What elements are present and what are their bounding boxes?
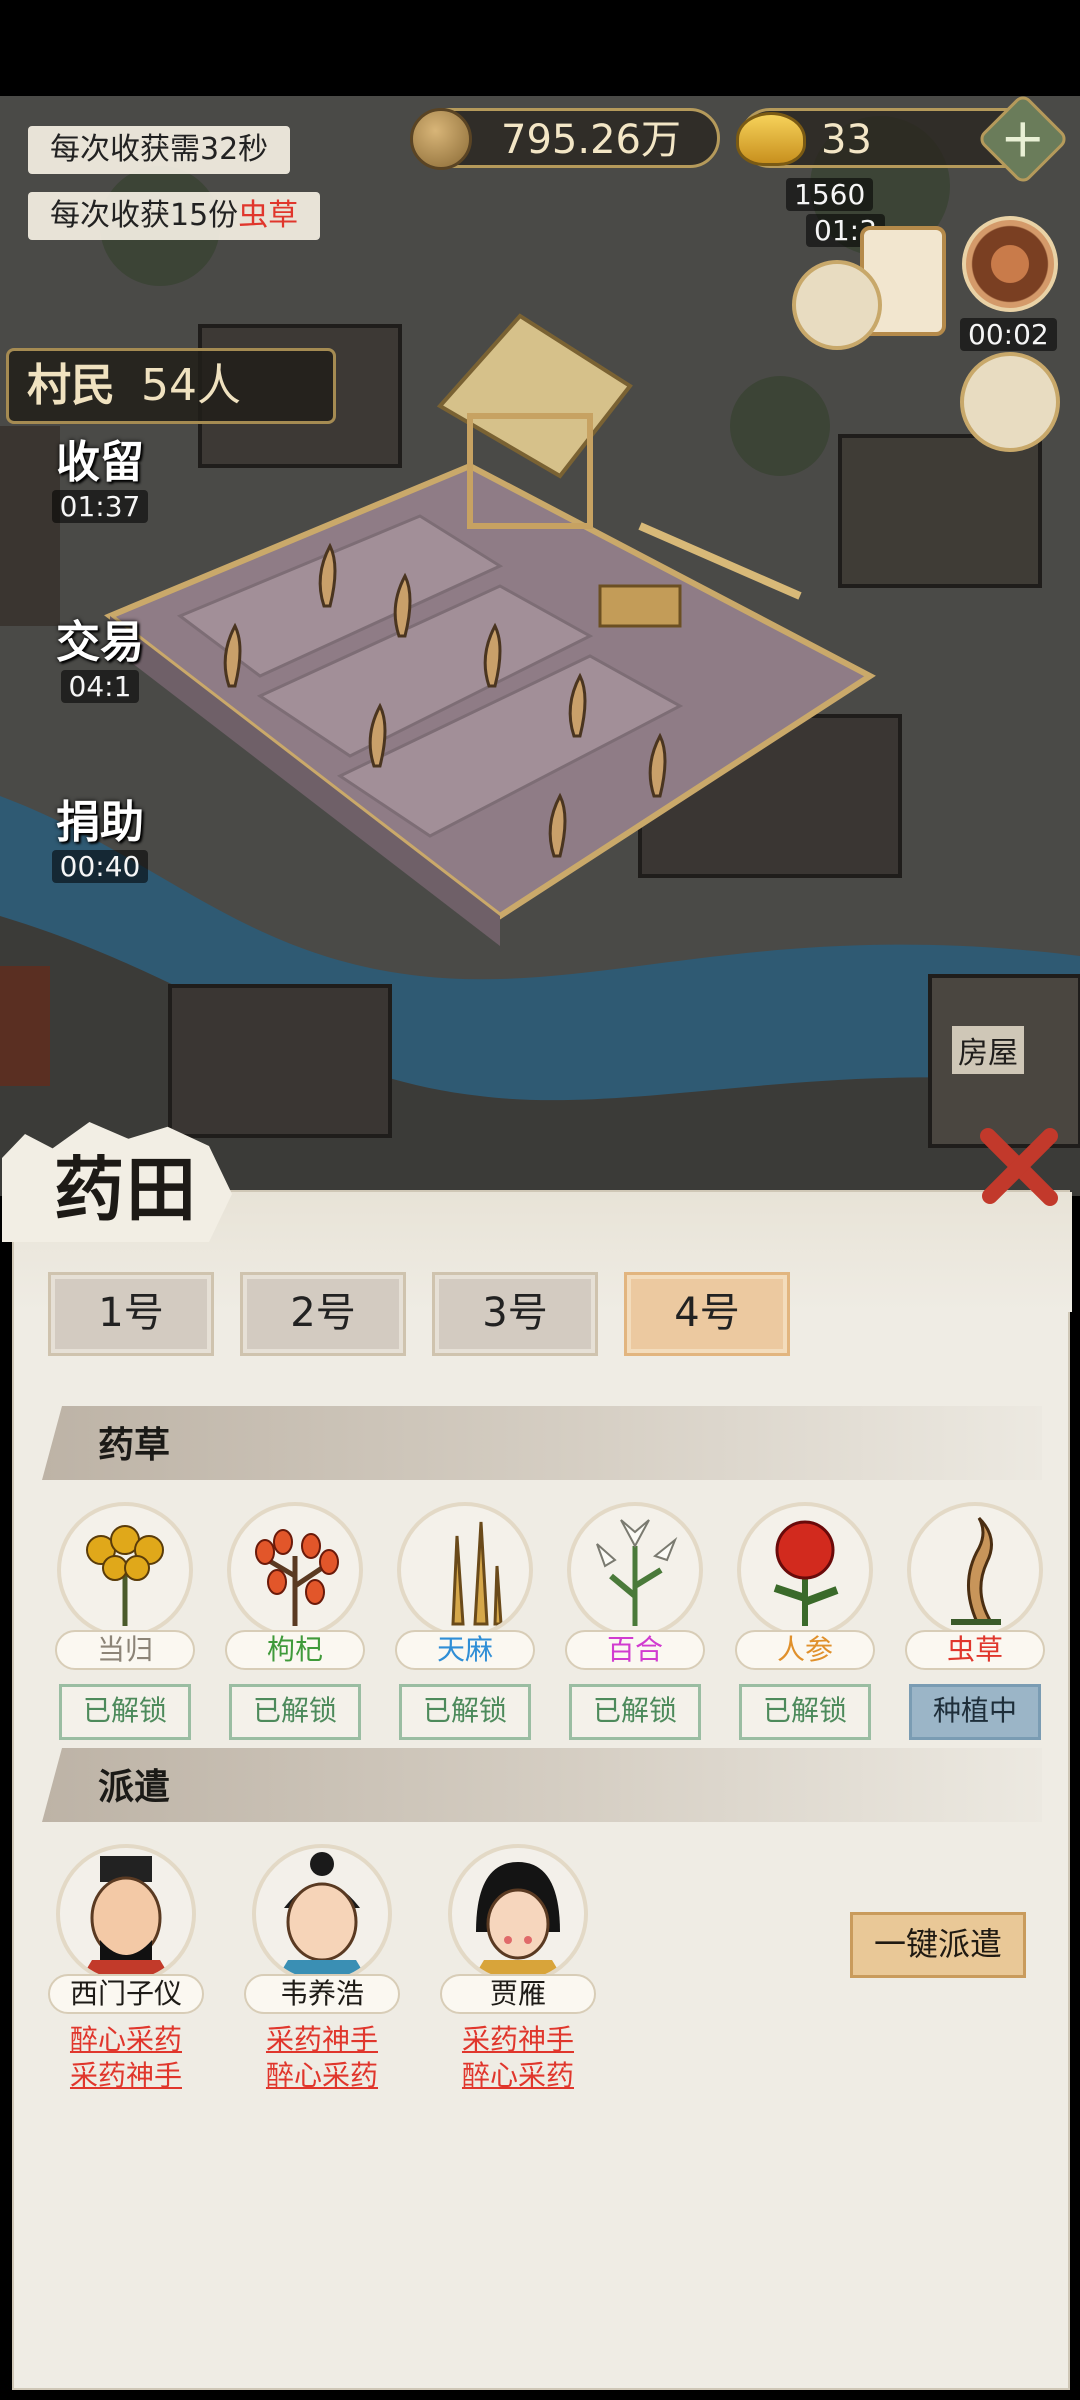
herb-name: 虫草	[905, 1630, 1045, 1670]
worker-skill: 采药神手	[265, 2023, 378, 2056]
worker-name: 韦养浩	[244, 1974, 400, 2014]
close-x-icon	[980, 1128, 1058, 1206]
danggui-icon	[57, 1502, 193, 1638]
lily-icon	[567, 1502, 703, 1638]
worker-skill: 醉心采药	[69, 2023, 182, 2056]
villager-avatar[interactable]	[792, 260, 882, 350]
side-action-donate[interactable]: 捐助 00:40	[20, 786, 180, 883]
worker-jia-yan[interactable]: 贾雁 采药神手 醉心采药	[438, 1844, 598, 2094]
ginseng-icon	[737, 1502, 873, 1638]
herb-state: 已解锁	[59, 1684, 191, 1740]
herb-name: 枸杞	[225, 1630, 365, 1670]
side-action-trade[interactable]: 交易 04:1	[20, 606, 180, 703]
tab-field-3[interactable]: 3号	[432, 1272, 598, 1356]
worker-skill: 醉心采药	[461, 2059, 574, 2092]
worker-name: 西门子仪	[48, 1974, 204, 2014]
herb-name: 当归	[55, 1630, 195, 1670]
harvest-amount-info: 每次收获15份虫草	[28, 192, 321, 240]
herb-tianma[interactable]: 天麻 已解锁	[390, 1502, 540, 1740]
herb-field-panel: 药田 1号 2号 3号 4号 药草 当归 已解锁 枸杞 已解锁 天麻 已解锁 百…	[2, 1122, 1072, 2390]
gold-ingot-icon	[736, 112, 806, 166]
tab-field-4[interactable]: 4号	[624, 1272, 790, 1356]
tianma-icon	[397, 1502, 533, 1638]
harvest-time-info: 每次收获需32秒	[28, 126, 291, 174]
sheep-icon[interactable]	[960, 352, 1060, 452]
worker-skill: 采药神手	[461, 2023, 574, 2056]
panel-title: 药田	[54, 1148, 198, 1231]
side-action-shelter[interactable]: 收留 01:37	[20, 426, 180, 523]
dispatch-section-header: 派遣	[42, 1748, 1042, 1822]
tab-field-2[interactable]: 2号	[240, 1272, 406, 1356]
avatar	[252, 1844, 392, 1984]
worker-skill: 醉心采药	[265, 2059, 378, 2092]
herb-goji[interactable]: 枸杞 已解锁	[220, 1502, 370, 1740]
herb-state: 已解锁	[229, 1684, 361, 1740]
house-label: 房屋	[952, 1026, 1024, 1074]
dispatch-all-button[interactable]: 一键派遣	[850, 1912, 1026, 1978]
herb-state: 已解锁	[739, 1684, 871, 1740]
herb-name: 百合	[565, 1630, 705, 1670]
copper-coin-icon	[410, 108, 472, 170]
herb-cordyceps[interactable]: 虫草 种植中	[900, 1502, 1050, 1740]
tab-field-1[interactable]: 1号	[48, 1272, 214, 1356]
avatar	[56, 1844, 196, 1984]
herb-name: 天麻	[395, 1630, 535, 1670]
herb-name: 人参	[735, 1630, 875, 1670]
herb-state: 已解锁	[399, 1684, 531, 1740]
worker-skill: 采药神手	[69, 2059, 182, 2092]
goji-icon	[227, 1502, 363, 1638]
herb-ginseng[interactable]: 人参 已解锁	[730, 1502, 880, 1740]
plus-icon: +	[1000, 107, 1046, 170]
villager-counter: 村民 54人	[6, 348, 336, 424]
worker-ximen-ziyi[interactable]: 西门子仪 醉心采药 采药神手	[46, 1844, 206, 2094]
cordyceps-icon	[907, 1502, 1043, 1638]
herb-state: 种植中	[909, 1684, 1041, 1740]
game-scene[interactable]: 每次收获需32秒 每次收获15份虫草 795.26万 33 + 村民 54人 收留…	[0, 96, 1080, 1196]
worker-wei-yanghao[interactable]: 韦养浩 采药神手 醉心采药	[242, 1844, 402, 2094]
avatar	[448, 1844, 588, 1984]
worker-name: 贾雁	[440, 1974, 596, 2014]
close-button[interactable]	[978, 1124, 1062, 1208]
settings-timer: 00:02	[960, 318, 1057, 351]
settings-gear-icon[interactable]	[962, 216, 1058, 312]
right-badge: 1560	[786, 178, 874, 211]
herb-state: 已解锁	[569, 1684, 701, 1740]
herb-lily[interactable]: 百合 已解锁	[560, 1502, 710, 1740]
herbs-section-header: 药草	[42, 1406, 1042, 1480]
herb-danggui[interactable]: 当归 已解锁	[50, 1502, 200, 1740]
